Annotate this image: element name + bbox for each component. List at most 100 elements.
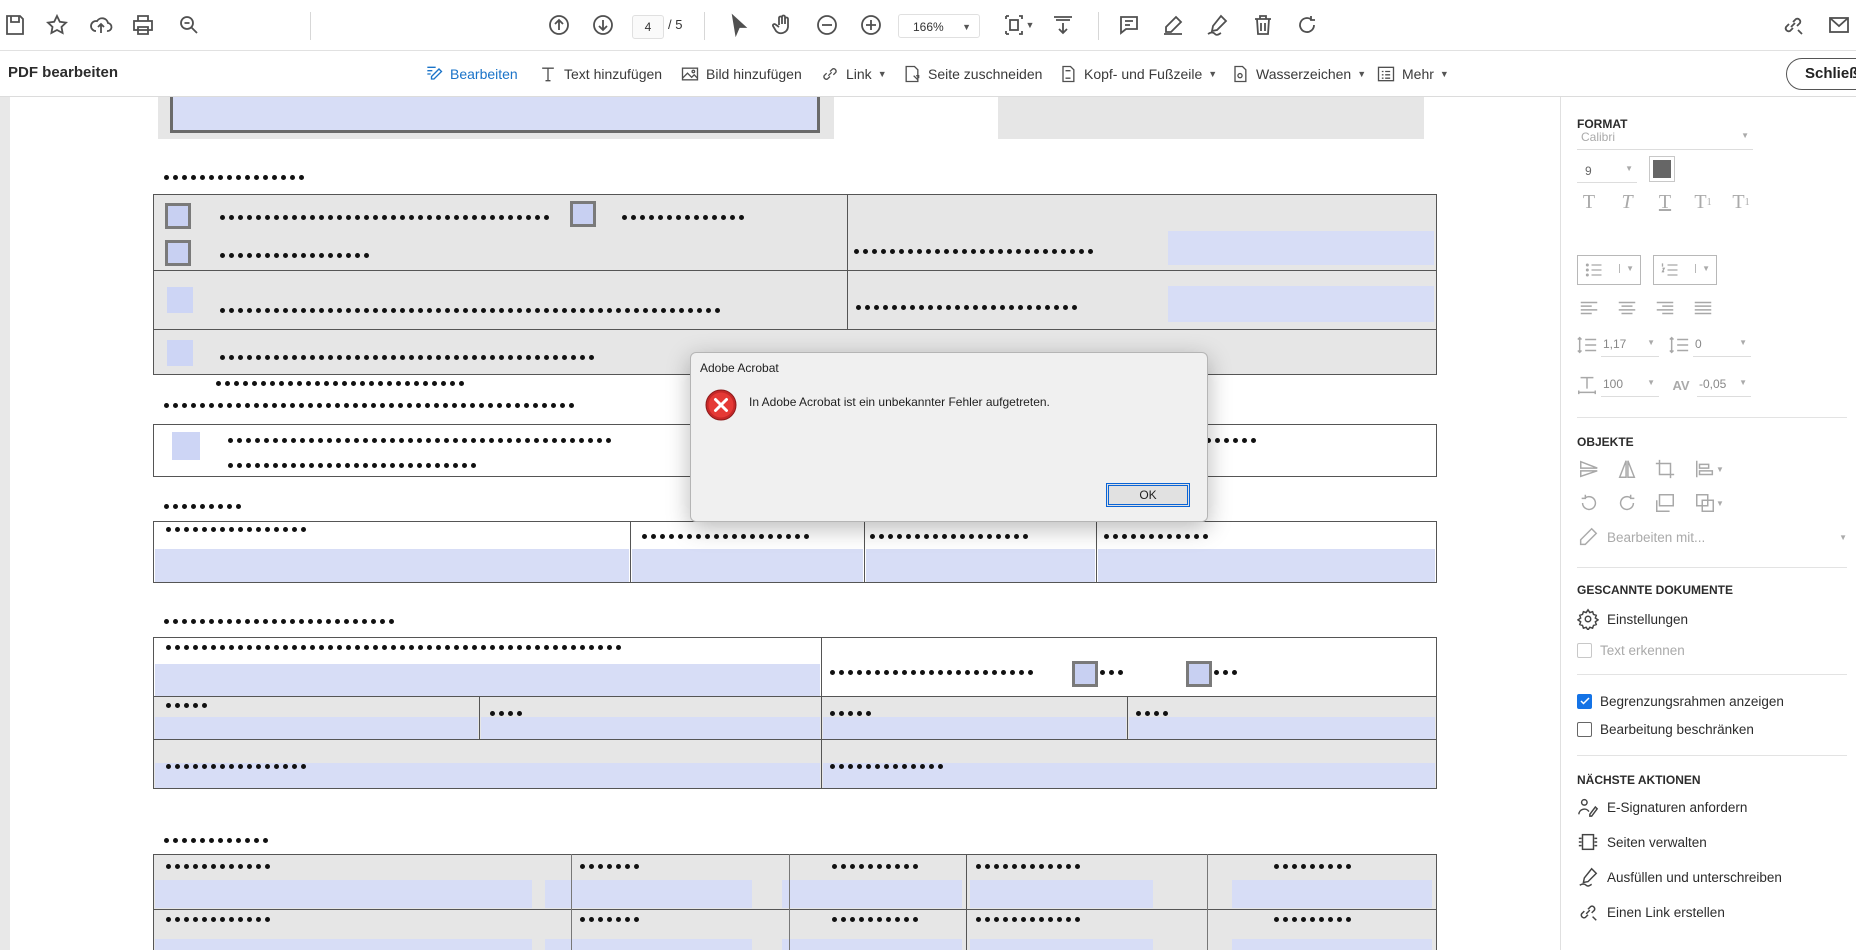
add-image-button[interactable]: Bild hinzufügen (680, 62, 802, 86)
paragraph-spacing-select[interactable]: 0 ▼ (1693, 334, 1751, 357)
email-icon[interactable] (1824, 8, 1854, 42)
cloud-upload-icon[interactable] (86, 8, 116, 42)
create-link-action[interactable]: Einen Link erstellen (1577, 900, 1725, 924)
flip-horizontal-icon[interactable] (1615, 457, 1639, 481)
underline-icon[interactable]: T (1653, 190, 1677, 214)
draw-signature-icon[interactable] (1202, 8, 1232, 42)
font-color-picker[interactable] (1649, 156, 1675, 182)
line-spacing-select[interactable]: 1,17 ▼ (1601, 334, 1659, 357)
superscript-icon[interactable]: T1 (1691, 190, 1715, 214)
scroll-mode-icon[interactable] (1048, 8, 1078, 42)
share-link-icon[interactable] (1778, 8, 1808, 42)
form-field[interactable] (782, 939, 962, 950)
form-field[interactable] (632, 549, 863, 582)
edit-with-select[interactable]: Bearbeiten mit... ▼ (1577, 525, 1847, 549)
form-field[interactable] (1168, 286, 1434, 322)
checkbox[interactable] (165, 203, 191, 229)
form-field[interactable] (823, 717, 1126, 739)
save-icon[interactable] (0, 8, 30, 42)
delete-icon[interactable] (1248, 8, 1278, 42)
checkbox[interactable] (1186, 661, 1212, 687)
form-field[interactable] (970, 880, 1153, 908)
settings-button[interactable]: Einstellungen (1577, 607, 1688, 631)
comment-icon[interactable] (1114, 8, 1144, 42)
form-field[interactable] (481, 717, 820, 739)
page-fit-icon[interactable]: ▼ (998, 8, 1038, 42)
form-field[interactable] (155, 880, 532, 908)
bold-icon[interactable]: T (1577, 190, 1601, 214)
arrange-objects-icon[interactable]: ▼ (1691, 491, 1727, 515)
italic-icon[interactable]: T (1615, 190, 1639, 214)
form-field[interactable] (170, 97, 820, 133)
restrict-editing-checkbox[interactable] (1577, 721, 1592, 737)
character-spacing-select[interactable]: -0,05 ▼ (1697, 374, 1751, 397)
align-objects-icon[interactable]: ▼ (1691, 457, 1727, 481)
flip-vertical-icon[interactable] (1577, 457, 1601, 481)
star-icon[interactable] (42, 8, 72, 42)
align-justify-icon[interactable] (1691, 296, 1715, 320)
add-text-button[interactable]: Text hinzufügen (538, 62, 662, 86)
form-field[interactable] (155, 717, 478, 739)
zoom-select[interactable]: 166% ▼ (898, 14, 980, 38)
select-cursor-icon[interactable] (724, 8, 754, 42)
more-button[interactable]: Mehr ▼ (1376, 62, 1449, 86)
recognize-text-option[interactable]: Text erkennen (1577, 638, 1685, 662)
print-icon[interactable] (128, 8, 158, 42)
form-field[interactable] (1232, 939, 1432, 950)
checkbox[interactable] (570, 201, 596, 227)
checkbox[interactable] (1072, 661, 1098, 687)
checkbox[interactable] (167, 340, 193, 366)
checkbox[interactable] (172, 432, 200, 460)
form-field[interactable] (155, 939, 532, 950)
form-field[interactable] (1098, 549, 1435, 582)
checkbox[interactable] (167, 287, 193, 313)
page-number-input[interactable]: 4 (632, 15, 664, 39)
align-right-icon[interactable] (1653, 296, 1677, 320)
font-size-select[interactable]: 9 ▼ (1577, 160, 1637, 183)
form-field[interactable] (1129, 717, 1435, 739)
close-edit-button[interactable]: Schließ (1786, 58, 1856, 90)
subscript-icon[interactable]: T1 (1729, 190, 1753, 214)
watermark-button[interactable]: Wasserzeichen ▼ (1230, 62, 1366, 86)
form-field[interactable] (155, 549, 629, 582)
hand-tool-icon[interactable] (768, 8, 798, 42)
header-footer-button[interactable]: Kopf- und Fußzeile ▼ (1058, 62, 1217, 86)
crop-icon[interactable] (1653, 457, 1677, 481)
edit-button[interactable]: Bearbeiten (424, 62, 518, 86)
zoom-out-icon[interactable] (812, 8, 842, 42)
redo-icon[interactable] (1292, 8, 1322, 42)
form-field[interactable] (1232, 880, 1432, 908)
rotate-right-icon[interactable] (1615, 491, 1639, 515)
form-field[interactable] (545, 939, 752, 950)
previous-page-icon[interactable] (544, 8, 574, 42)
align-center-icon[interactable] (1615, 296, 1639, 320)
checkbox[interactable] (165, 240, 191, 266)
align-left-icon[interactable] (1577, 296, 1601, 320)
rotate-left-icon[interactable] (1577, 491, 1601, 515)
restrict-editing-option[interactable]: Bearbeitung beschränken (1577, 717, 1754, 741)
organize-pages-action[interactable]: Seiten verwalten (1577, 830, 1707, 854)
zoom-in-icon[interactable] (856, 8, 886, 42)
form-field[interactable] (545, 880, 752, 908)
form-field[interactable] (970, 939, 1153, 950)
form-field[interactable] (1168, 231, 1434, 265)
link-button[interactable]: Link ▼ (820, 62, 887, 86)
form-field[interactable] (866, 549, 1095, 582)
font-family-select[interactable]: Calibri ▼ (1577, 127, 1753, 150)
recognize-text-checkbox[interactable] (1577, 642, 1592, 658)
numbered-list-select[interactable]: ▼ (1653, 255, 1717, 285)
bullet-list-select[interactable]: ▼ (1577, 255, 1641, 285)
crop-page-button[interactable]: Seite zuschneiden (902, 62, 1042, 86)
form-field[interactable] (782, 880, 962, 908)
request-signature-action[interactable]: E-Signaturen anfordern (1577, 795, 1747, 819)
ok-button[interactable]: OK (1106, 483, 1190, 507)
highlight-pen-icon[interactable] (1158, 8, 1188, 42)
show-bounding-box-checkbox[interactable] (1577, 693, 1592, 709)
show-bounding-box-option[interactable]: Begrenzungsrahmen anzeigen (1577, 689, 1784, 713)
search-icon[interactable] (174, 8, 204, 42)
document-viewport[interactable]: ▶ (0, 97, 1516, 950)
fill-sign-action[interactable]: Ausfüllen und unterschreiben (1577, 865, 1782, 889)
horizontal-scale-select[interactable]: 100 ▼ (1601, 374, 1659, 397)
replace-image-icon[interactable] (1653, 491, 1677, 515)
form-field[interactable] (155, 664, 820, 696)
